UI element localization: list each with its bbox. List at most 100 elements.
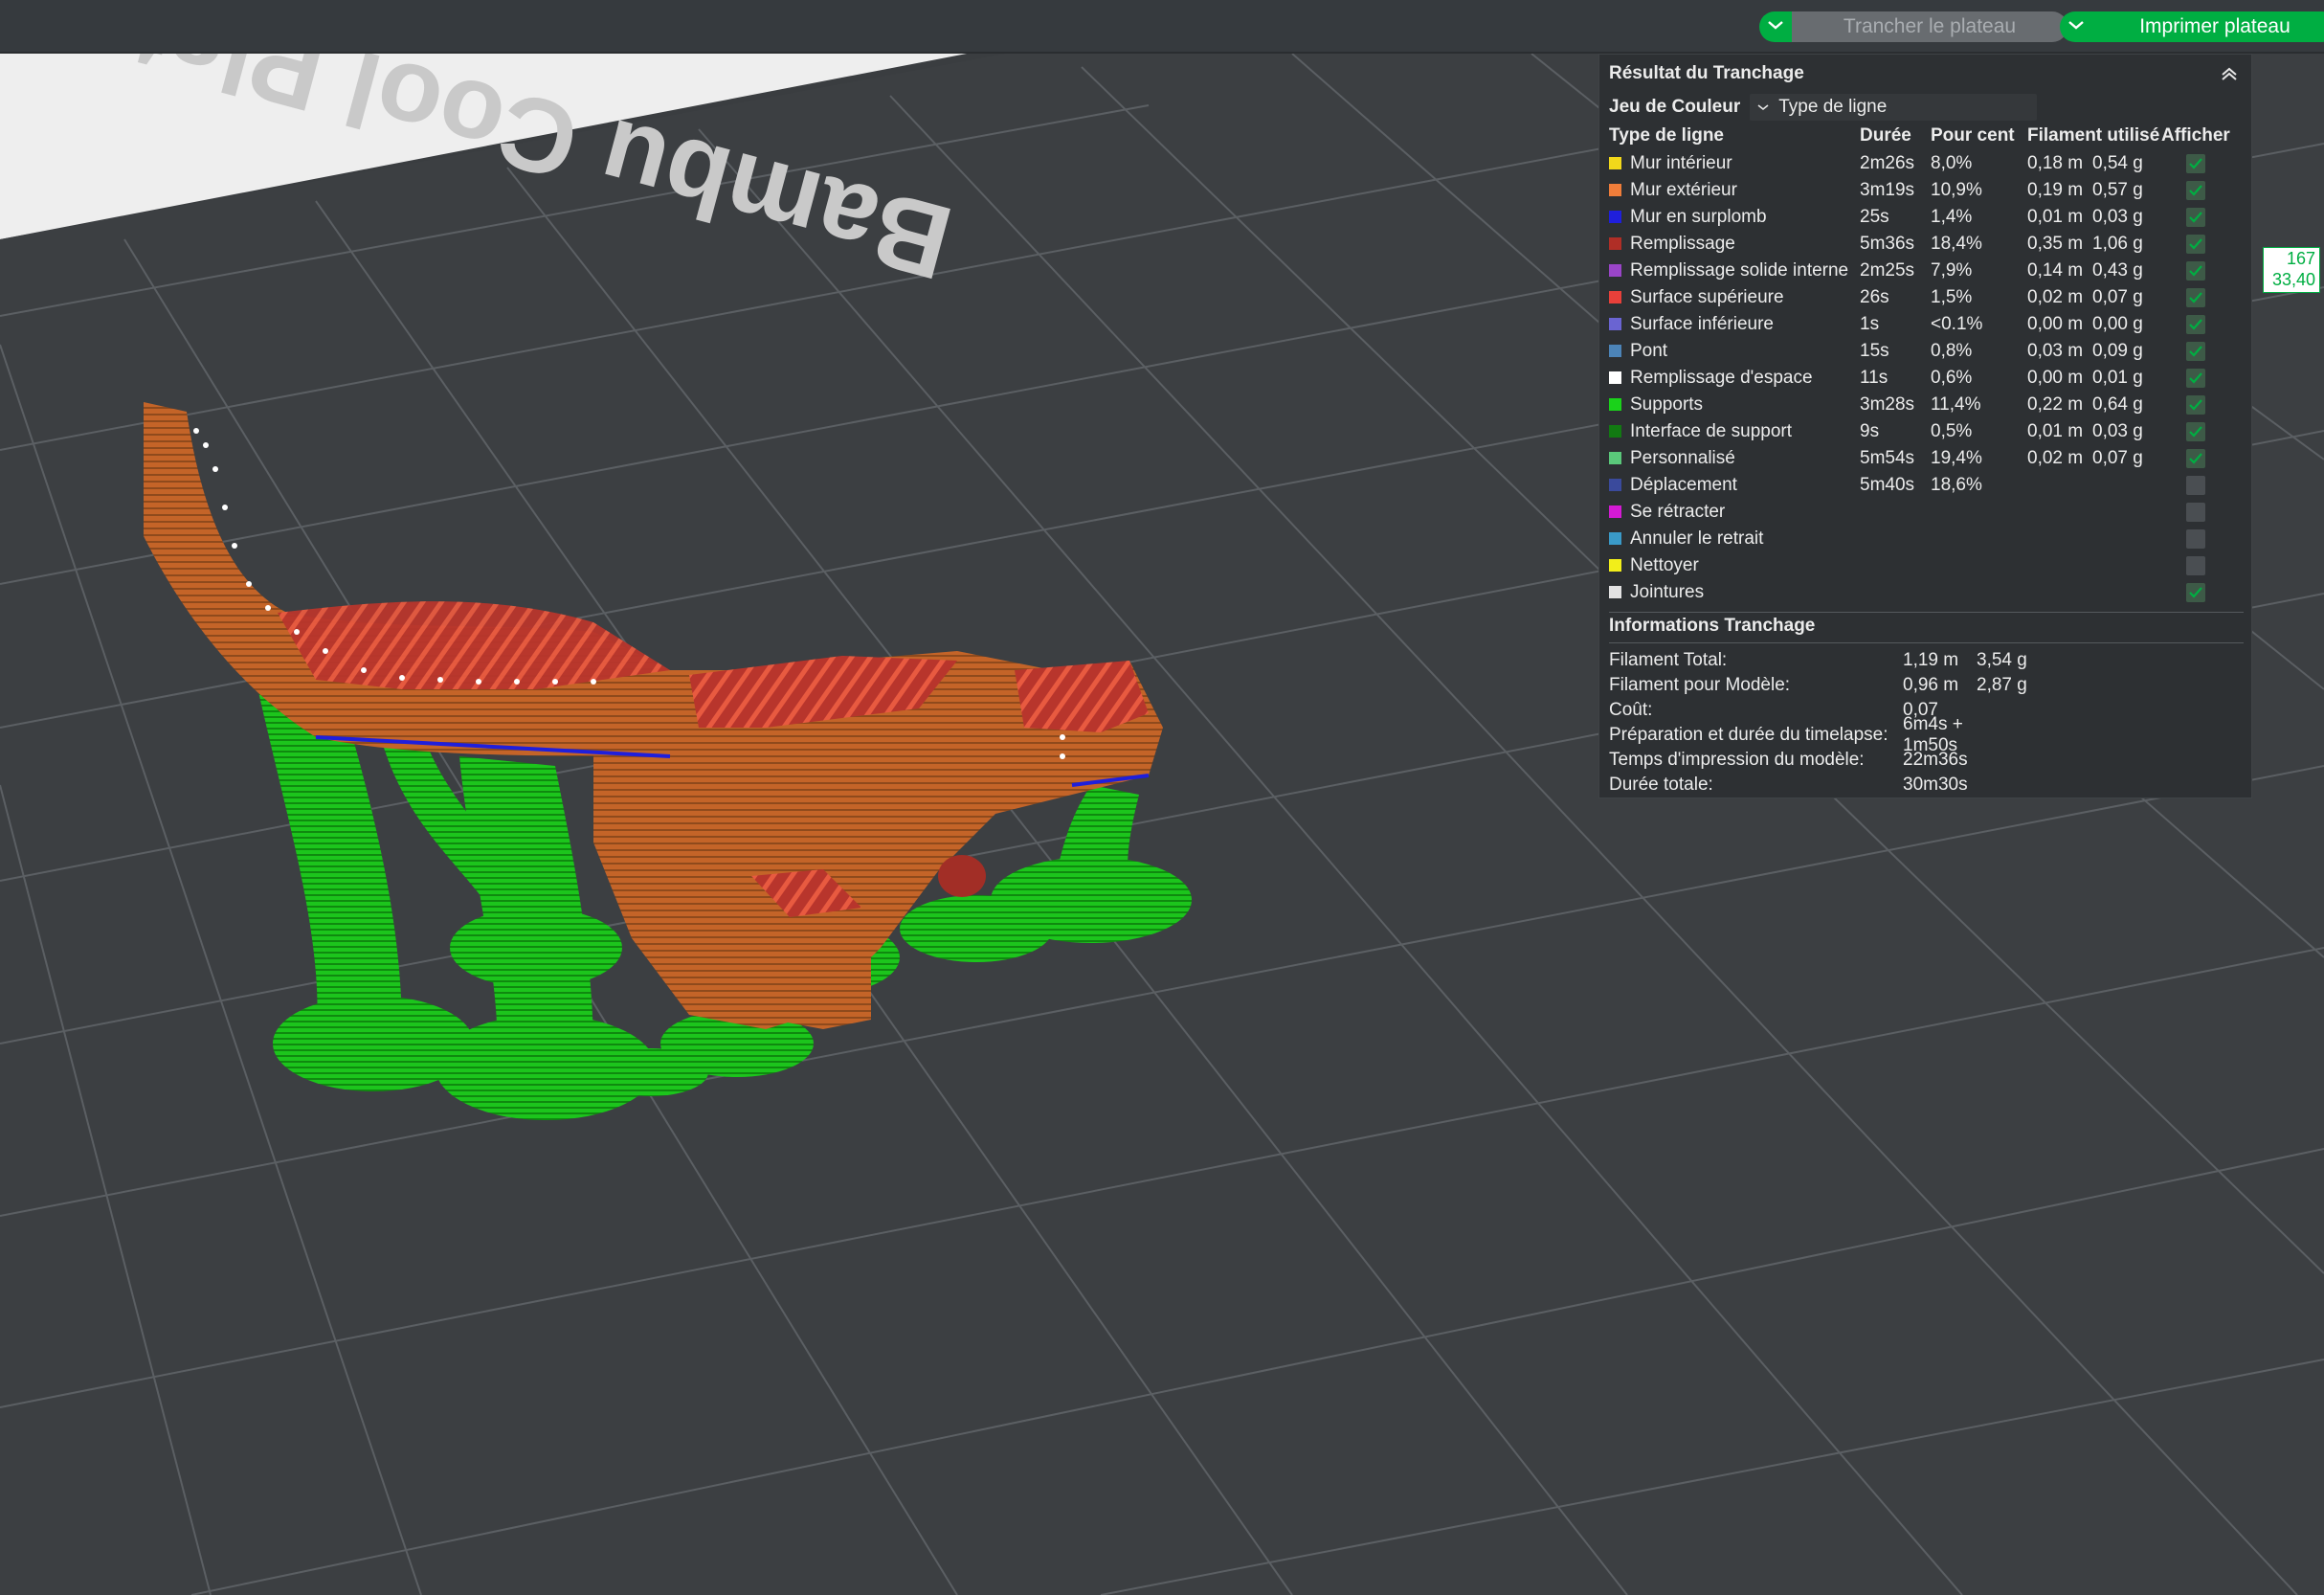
slice-info-row: Préparation et durée du timelapse: 6m4s +… bbox=[1609, 714, 1977, 755]
line-type-row: Personnalisé 5m54s 19,4% 0,02 m 0,07 g bbox=[1609, 445, 2230, 472]
show-checkbox[interactable] bbox=[2185, 153, 2205, 173]
collapse-icon[interactable] bbox=[2215, 59, 2244, 88]
filament-weight-cell: 0,00 g bbox=[2092, 314, 2143, 334]
filament-weight-cell: 1,06 g bbox=[2092, 234, 2143, 254]
print-plate-label[interactable]: Imprimer plateau bbox=[2092, 11, 2324, 42]
duration-cell: 3m19s bbox=[1860, 180, 1915, 200]
percent-cell: 11,4% bbox=[1931, 394, 1981, 415]
show-checkbox[interactable] bbox=[2185, 448, 2205, 468]
slice-options-dropdown[interactable] bbox=[1759, 11, 1792, 42]
filament-weight-cell bbox=[2092, 552, 2161, 579]
info-value: 1,19 m bbox=[1903, 650, 1959, 670]
divider bbox=[1609, 642, 2244, 643]
duration-cell bbox=[1860, 526, 1931, 552]
show-checkbox[interactable] bbox=[2185, 180, 2205, 200]
line-type-name: Mur intérieur bbox=[1630, 153, 1732, 173]
show-checkbox[interactable] bbox=[2185, 475, 2205, 495]
line-type-row: Annuler le retrait bbox=[1609, 526, 2230, 552]
show-cell bbox=[2161, 177, 2230, 204]
show-checkbox[interactable] bbox=[2185, 582, 2205, 602]
print-options-dropdown[interactable] bbox=[2060, 11, 2092, 42]
filament-length-cell bbox=[2027, 499, 2092, 526]
col-header-duration: Durée bbox=[1860, 125, 1911, 146]
show-cell bbox=[2161, 499, 2230, 526]
percent-cell: 0,6% bbox=[1931, 368, 1973, 388]
print-plate-button[interactable]: Imprimer plateau bbox=[2060, 11, 2324, 42]
info-value: 22m36s bbox=[1903, 750, 1968, 770]
color-swatch bbox=[1609, 425, 1621, 438]
show-checkbox[interactable] bbox=[2185, 502, 2205, 522]
line-type-cell: Supports bbox=[1609, 392, 1860, 418]
filament-length-cell: 0,01 m bbox=[2027, 207, 2084, 227]
show-checkbox[interactable] bbox=[2185, 207, 2205, 227]
percent-cell: 1,5% bbox=[1931, 287, 1973, 307]
check-icon bbox=[2189, 212, 2202, 223]
percent-cell: 10,9% bbox=[1931, 180, 1982, 200]
slice-info-row: Temps d'impression du modèle: 22m36s bbox=[1609, 748, 1977, 773]
filament-length-cell: 0,00 m bbox=[2027, 368, 2084, 388]
color-swatch bbox=[1609, 157, 1621, 169]
color-scheme-select[interactable]: Type de ligne bbox=[1750, 94, 2038, 121]
line-type-cell: Interface de support bbox=[1609, 418, 1860, 445]
duration-cell bbox=[1860, 552, 1931, 579]
color-scheme-label: Jeu de Couleur bbox=[1609, 97, 1741, 117]
line-type-row: Remplissage solide interne 2m25s 7,9% 0,14 … bbox=[1609, 258, 2230, 284]
duration-cell: 2m25s bbox=[1860, 260, 1915, 281]
percent-cell bbox=[1931, 526, 2027, 552]
color-swatch bbox=[1609, 264, 1621, 277]
show-cell bbox=[2161, 204, 2230, 231]
col-header-filament: Filament utilisé bbox=[2027, 125, 2160, 146]
line-type-row: Mur en surplomb 25s 1,4% 0,01 m 0,03 g bbox=[1609, 204, 2230, 231]
filament-weight-cell bbox=[2092, 526, 2161, 552]
show-checkbox[interactable] bbox=[2185, 394, 2205, 415]
duration-cell: 5m54s bbox=[1860, 448, 1915, 468]
line-type-cell: Pont bbox=[1609, 338, 1860, 365]
line-type-name: Surface supérieure bbox=[1630, 287, 1784, 307]
line-type-row: Déplacement 5m40s 18,6% bbox=[1609, 472, 2230, 499]
line-type-name: Surface inférieure bbox=[1630, 314, 1774, 334]
percent-cell: 0,8% bbox=[1931, 341, 1973, 361]
check-icon bbox=[2189, 319, 2202, 330]
line-type-row: Supports 3m28s 11,4% 0,22 m 0,64 g bbox=[1609, 392, 2230, 418]
show-checkbox[interactable] bbox=[2185, 368, 2205, 388]
line-type-row: Remplissage d'espace 11s 0,6% 0,00 m 0,01 g bbox=[1609, 365, 2230, 392]
show-checkbox[interactable] bbox=[2185, 260, 2205, 281]
percent-cell bbox=[1931, 499, 2027, 526]
show-cell bbox=[2161, 552, 2230, 579]
duration-cell: 11s bbox=[1860, 368, 1888, 388]
show-checkbox[interactable] bbox=[2185, 341, 2205, 361]
info-value-secondary: 3,54 g bbox=[1977, 650, 2027, 670]
line-type-name: Déplacement bbox=[1630, 475, 1737, 495]
filament-length-cell: 0,03 m bbox=[2027, 341, 2084, 361]
show-checkbox[interactable] bbox=[2185, 287, 2205, 307]
line-type-cell: Jointures bbox=[1609, 579, 1860, 606]
check-icon bbox=[2189, 453, 2202, 464]
line-type-name: Se rétracter bbox=[1630, 502, 1726, 522]
slice-plate-button[interactable]: Trancher le plateau bbox=[1759, 11, 2067, 42]
show-checkbox[interactable] bbox=[2185, 528, 2205, 549]
filament-length-cell bbox=[2027, 552, 2092, 579]
color-swatch bbox=[1609, 237, 1621, 250]
info-value: 30m30s bbox=[1903, 775, 1968, 795]
show-checkbox[interactable] bbox=[2185, 555, 2205, 575]
check-icon bbox=[2189, 426, 2202, 438]
show-checkbox[interactable] bbox=[2185, 314, 2205, 334]
filament-weight-cell: 0,64 g bbox=[2092, 394, 2143, 415]
col-header-percent: Pour cent bbox=[1931, 125, 2015, 146]
show-checkbox[interactable] bbox=[2185, 421, 2205, 441]
filament-weight-cell: 0,54 g bbox=[2092, 153, 2143, 173]
line-type-name: Remplissage bbox=[1630, 234, 1735, 254]
show-cell bbox=[2161, 338, 2230, 365]
line-type-row: Jointures bbox=[1609, 579, 2230, 606]
line-type-cell: Surface inférieure bbox=[1609, 311, 1860, 338]
show-checkbox[interactable] bbox=[2185, 234, 2205, 254]
slice-plate-label[interactable]: Trancher le plateau bbox=[1792, 11, 2067, 42]
slice-result-panel: Résultat du Tranchage Jeu de Couleur Typ… bbox=[1598, 54, 2252, 798]
show-cell bbox=[2161, 365, 2230, 392]
show-cell bbox=[2161, 311, 2230, 338]
duration-cell bbox=[1860, 499, 1931, 526]
filament-length-cell: 0,19 m bbox=[2027, 180, 2084, 200]
line-type-name: Supports bbox=[1630, 394, 1704, 415]
info-key: Coût: bbox=[1609, 700, 1653, 720]
line-type-row: Mur extérieur 3m19s 10,9% 0,19 m 0,57 g bbox=[1609, 177, 2230, 204]
